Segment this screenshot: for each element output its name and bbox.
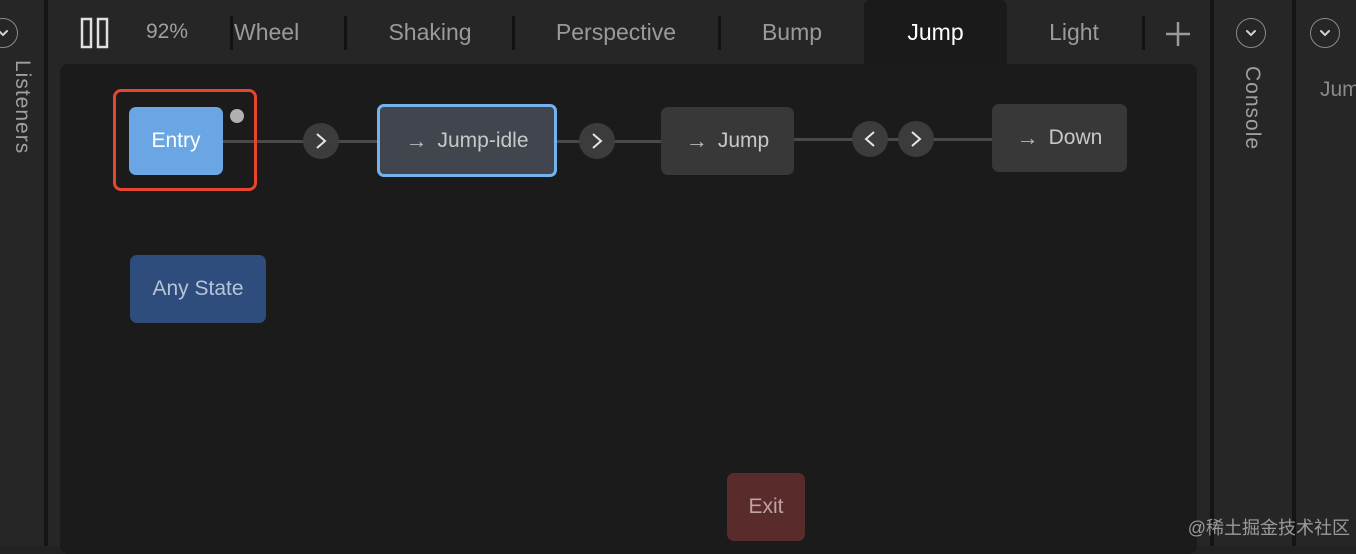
listeners-label[interactable]: Listeners [10, 60, 34, 154]
watermark: @稀土掘金技术社区 [1187, 518, 1350, 538]
tab-separator [230, 16, 233, 50]
state-arrow-icon: → [405, 127, 428, 153]
listeners-panel: Listeners [0, 0, 44, 546]
console-collapse-button[interactable] [1236, 18, 1266, 48]
jump-idle-label: Jump-idle [437, 128, 529, 152]
state-arrow-icon: → [1016, 125, 1039, 150]
entry-connector-dot[interactable] [230, 109, 244, 123]
entry-node[interactable]: Entry [129, 107, 223, 175]
inspector-panel: Jum [1296, 0, 1356, 546]
tab-shaking[interactable]: Shaking [348, 0, 512, 64]
plus-icon [1166, 22, 1190, 46]
transition-arrow-right[interactable] [303, 123, 339, 159]
tab-separator [344, 16, 347, 50]
jump-label: Jump [717, 129, 770, 152]
transition-line [793, 138, 995, 141]
tab-perspective[interactable]: Perspective [516, 0, 716, 64]
inspector-collapse-button[interactable] [1310, 18, 1340, 48]
listeners-collapse-button[interactable] [0, 18, 18, 48]
tab-separator [718, 16, 721, 50]
jump-node[interactable]: → Jump [661, 107, 794, 175]
tab-light[interactable]: Light [1007, 0, 1141, 64]
zoom-level[interactable]: 92% [146, 20, 188, 44]
transition-arrow-left[interactable] [852, 121, 888, 157]
down-label: Down [1048, 126, 1103, 149]
transition-arrow-right[interactable] [898, 121, 934, 157]
console-label[interactable]: Console [1240, 66, 1264, 150]
transition-arrow-right[interactable] [579, 123, 615, 159]
tab-wheel[interactable]: Wheel [234, 0, 344, 64]
chevron-right-icon [316, 133, 327, 149]
tab-separator [1142, 16, 1145, 50]
pause-button[interactable] [80, 17, 110, 54]
chevron-down-icon [0, 30, 8, 37]
chevron-right-icon [592, 133, 603, 149]
jump-idle-node[interactable]: → Jump-idle [377, 104, 557, 177]
chevron-down-icon [1320, 30, 1330, 37]
tab-bump[interactable]: Bump [722, 0, 862, 64]
chevron-right-icon [911, 131, 922, 147]
inspector-title-partial: Jum [1320, 78, 1356, 101]
console-panel: Console [1214, 0, 1292, 546]
tab-bar: 92% Wheel Shaking Perspective Bump Jump … [48, 0, 1210, 64]
chevron-down-icon [1246, 30, 1256, 37]
down-node[interactable]: → Down [992, 104, 1127, 172]
tab-separator [512, 16, 515, 50]
any-state-node[interactable]: Any State [130, 255, 266, 323]
state-arrow-icon: → [685, 128, 708, 153]
chevron-left-icon [864, 131, 875, 147]
exit-node[interactable]: Exit [727, 473, 805, 541]
add-tab-button[interactable] [1164, 20, 1192, 53]
pause-icon [80, 17, 109, 49]
tab-jump[interactable]: Jump [864, 0, 1007, 64]
